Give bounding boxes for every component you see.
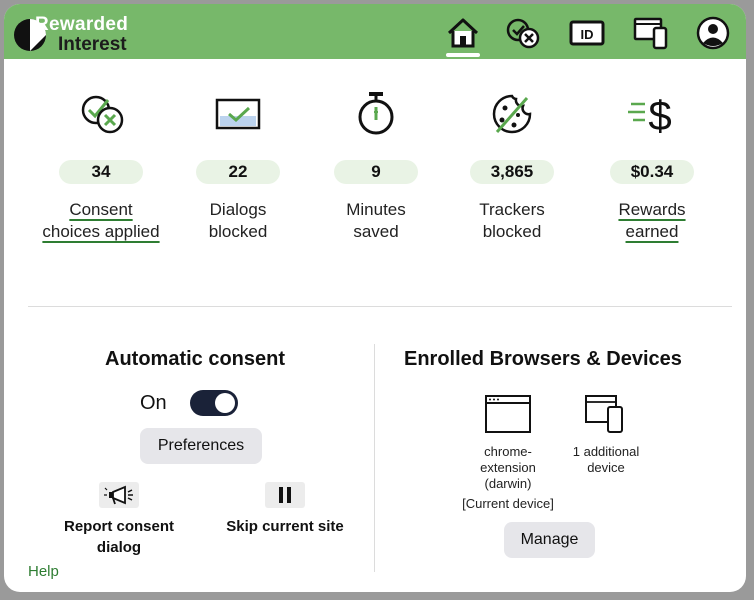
current-device-tag: [Current device] — [462, 496, 554, 511]
header-bar: Rewarded Interest ID — [4, 4, 746, 59]
auto-consent-title: Automatic consent — [105, 348, 286, 370]
stat-rewards-link[interactable]: Rewards earned — [582, 199, 722, 243]
report-label-line2: dialog — [96, 539, 142, 556]
stat-trackers-label: Trackers blocked — [479, 200, 545, 241]
stat-trackers-value: 3,865 — [470, 160, 554, 184]
current-device-line3: (darwin) — [484, 476, 532, 491]
additional-devices: 1 additional device — [560, 394, 652, 476]
auto-consent-toggle[interactable] — [190, 390, 238, 416]
stat-consent-link[interactable]: Consent choices applied — [31, 199, 171, 243]
enrolled-title: Enrolled Browsers & Devices — [404, 348, 682, 370]
stat-minutes-label: Minutes saved — [346, 200, 406, 241]
nav-account[interactable] — [695, 16, 731, 50]
cookie-blocked-icon — [492, 94, 532, 134]
stat-rewards-value: $0.34 — [610, 160, 694, 184]
nav-active-indicator — [446, 53, 480, 57]
account-icon — [696, 16, 730, 50]
column-divider — [374, 344, 375, 572]
browser-window-icon — [485, 395, 531, 433]
manage-button[interactable]: Manage — [504, 522, 595, 558]
dialog-blocked-icon — [215, 98, 261, 130]
svg-text:$: $ — [648, 92, 671, 138]
dollar-icon: $ — [628, 92, 672, 138]
stat-consent-value: 34 — [59, 160, 143, 184]
stat-minutes: 9 Minutes saved — [306, 90, 446, 243]
skip-current-site-button[interactable]: Skip current site — [220, 482, 350, 537]
pause-icon — [265, 482, 305, 508]
section-divider — [28, 306, 732, 307]
nav-devices[interactable] — [633, 16, 669, 50]
stats-row: 34 Consent choices applied 22 Dialogs bl… — [4, 90, 746, 260]
help-link[interactable]: Help — [28, 563, 59, 580]
additional-line2: device — [587, 460, 625, 475]
svg-text:ID: ID — [581, 27, 594, 42]
nav-consent[interactable] — [505, 16, 541, 50]
id-card-icon: ID — [569, 20, 605, 46]
stopwatch-icon — [358, 92, 394, 135]
nav-home[interactable] — [445, 16, 481, 50]
auto-consent-state-label: On — [140, 392, 167, 414]
skip-label: Skip current site — [226, 518, 344, 535]
toggle-knob — [215, 393, 235, 413]
stat-dialogs-value: 22 — [196, 160, 280, 184]
stat-minutes-value: 9 — [334, 160, 418, 184]
stat-rewards: $ $0.34 Rewards earned — [582, 90, 722, 243]
devices-icon — [633, 17, 668, 50]
consent-check-x-icon — [506, 18, 540, 49]
stat-dialogs-label: Dialogs blocked — [208, 200, 268, 241]
report-label-line1: Report consent — [63, 518, 174, 535]
home-icon — [447, 18, 479, 48]
current-device: chrome- extension (darwin) [Current devi… — [446, 394, 570, 512]
additional-line1: 1 additional — [572, 444, 640, 459]
megaphone-icon — [99, 482, 139, 508]
report-consent-dialog-button[interactable]: Report consent dialog — [54, 482, 184, 558]
devices-icon — [585, 395, 623, 433]
current-device-line2: extension — [480, 460, 536, 475]
preferences-button[interactable]: Preferences — [140, 428, 262, 464]
nav-id[interactable]: ID — [569, 16, 605, 50]
brand-line1: Rewarded — [35, 14, 129, 35]
stat-dialogs: 22 Dialogs blocked — [168, 90, 308, 243]
stat-consent: 34 Consent choices applied — [31, 90, 171, 243]
current-device-line1: chrome- — [484, 444, 532, 459]
brand-line2: Interest — [58, 34, 127, 55]
popup-window: Rewarded Interest ID 34 Consent choices … — [4, 4, 746, 592]
consent-check-x-icon — [81, 95, 124, 134]
stat-trackers: 3,865 Trackers blocked — [442, 90, 582, 243]
